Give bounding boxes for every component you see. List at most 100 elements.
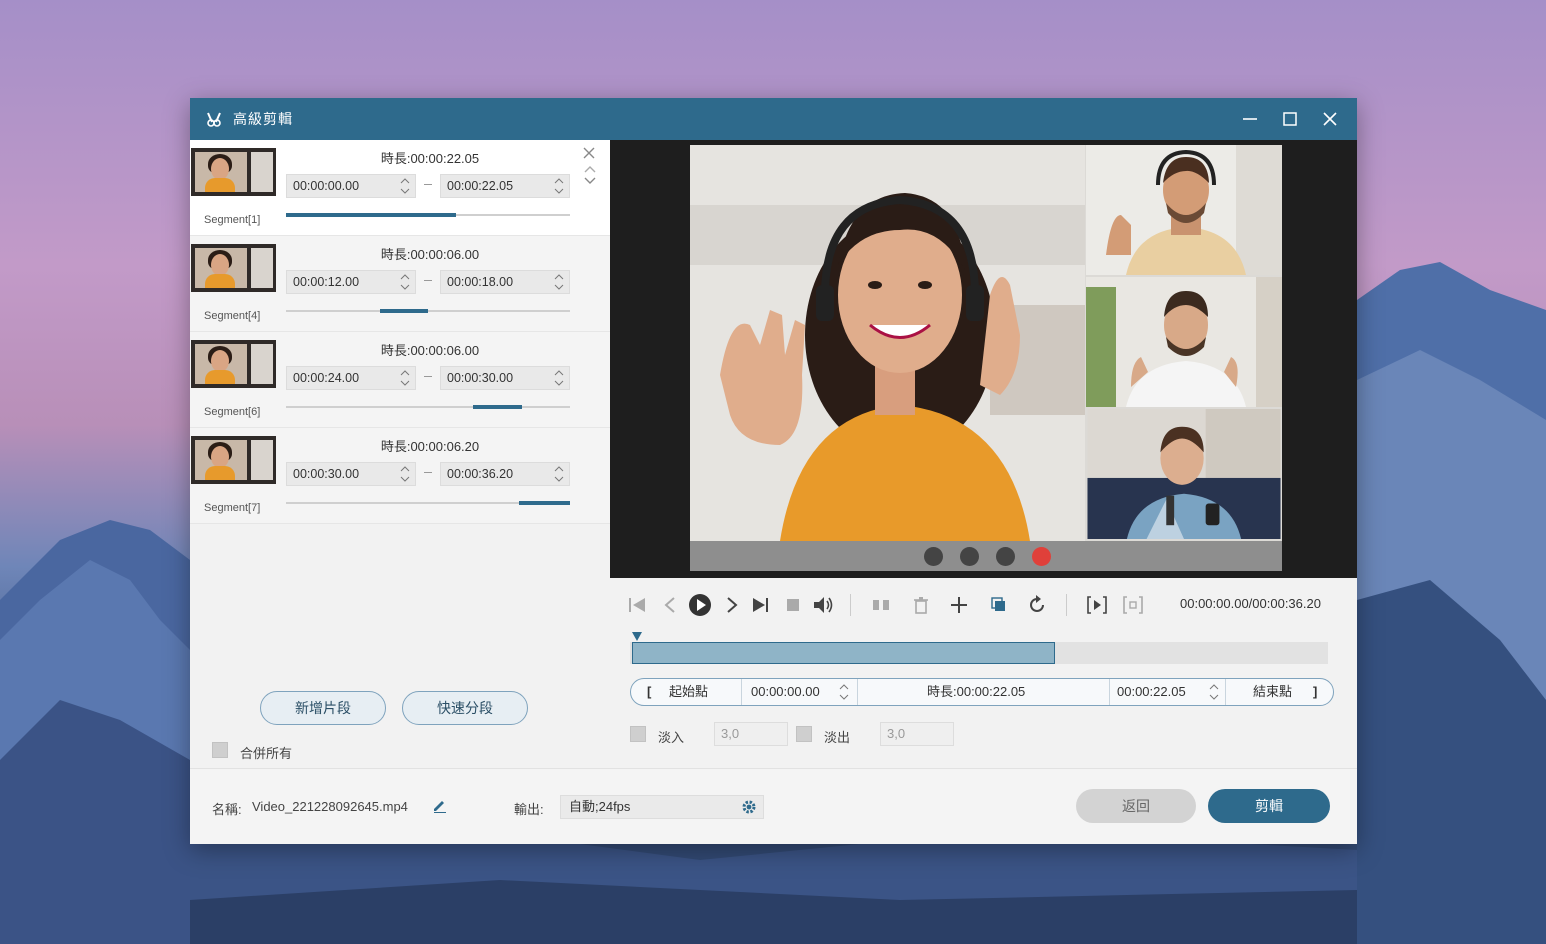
segment-thumbnail[interactable]	[191, 148, 276, 196]
end-stepper-icon[interactable]	[553, 368, 565, 388]
segment-start-value: 00:00:12.00	[293, 275, 360, 289]
time-readout: 00:00:00.00/00:00:36.20	[1180, 596, 1321, 611]
segment-item[interactable]: Segment[4] 時長:00:00:06.00 00:00:12.00 00…	[190, 236, 610, 332]
segment-end-time[interactable]: 00:00:18.00	[440, 270, 570, 294]
video-preview[interactable]	[610, 140, 1357, 578]
output-format-value: 自動;24fps	[569, 799, 631, 814]
bottom-bar: 名稱: Video_221228092645.mp4 輸出: 自動;24fps …	[190, 768, 1357, 844]
fade-in-input[interactable]: 3,0	[714, 722, 788, 746]
output-format-field[interactable]: 自動;24fps	[560, 795, 764, 819]
go-to-start-icon[interactable]	[626, 594, 648, 616]
start-point-button[interactable]: 起始點	[669, 679, 708, 705]
segment-position-fill	[379, 309, 428, 313]
copy-icon[interactable]	[988, 594, 1010, 616]
segment-thumbnail[interactable]	[191, 436, 276, 484]
add-icon[interactable]	[948, 594, 970, 616]
end-stepper-icon[interactable]	[553, 464, 565, 484]
stop-icon[interactable]	[782, 594, 804, 616]
segment-end-time[interactable]: 00:00:22.05	[440, 174, 570, 198]
fade-in-checkbox[interactable]	[630, 726, 646, 742]
segment-duration: 時長:00:00:06.00	[380, 343, 480, 358]
end-stepper-icon[interactable]	[553, 176, 565, 196]
start-bracket: [	[647, 684, 652, 699]
output-filename: Video_221228092645.mp4	[252, 799, 408, 814]
merge-all-checkbox[interactable]	[212, 742, 228, 758]
title-bar: 高級剪輯	[190, 98, 1357, 140]
segment-start-time[interactable]: 00:00:24.00	[286, 366, 416, 390]
fade-out-checkbox[interactable]	[796, 726, 812, 742]
segment-item[interactable]: Segment[6] 時長:00:00:06.00 00:00:24.00 00…	[190, 332, 610, 428]
next-frame-icon[interactable]	[722, 594, 744, 616]
start-stepper-icon[interactable]	[399, 464, 411, 484]
end-stepper-icon[interactable]	[553, 272, 565, 292]
segment-end-time[interactable]: 00:00:36.20	[440, 462, 570, 486]
segment-end-value: 00:00:30.00	[447, 371, 514, 385]
call-control-bar	[690, 541, 1282, 571]
segment-item[interactable]: Segment[1] 時長:00:00:22.05 00:00:00.00 00…	[190, 140, 610, 236]
end-time-field[interactable]: 00:00:22.05	[1117, 679, 1186, 705]
cut-button[interactable]: 剪輯	[1208, 789, 1330, 823]
segment-duration: 時長:00:00:06.20	[380, 439, 480, 454]
segment-name: Segment[7]	[204, 502, 261, 514]
end-point-button[interactable]: 結束點	[1253, 679, 1292, 705]
start-stepper-icon[interactable]	[399, 176, 411, 196]
edit-pencil-icon[interactable]	[432, 797, 448, 813]
segment-start-value: 00:00:00.00	[293, 179, 360, 193]
fade-out-input[interactable]: 3,0	[880, 722, 954, 746]
timeline-selection[interactable]	[632, 642, 1056, 664]
range-bar: [ 起始點 00:00:00.00 時長:00:00:22.05 00:00:2…	[630, 678, 1334, 706]
volume-icon[interactable]	[812, 594, 834, 616]
remove-segment-icon[interactable]	[582, 146, 596, 160]
play-icon[interactable]	[688, 593, 712, 617]
set-mark-in-icon[interactable]	[1086, 594, 1108, 616]
move-up-icon[interactable]	[584, 164, 596, 174]
close-icon[interactable]	[1321, 110, 1339, 128]
quick-split-button[interactable]: 快速分段	[402, 691, 528, 725]
range-duration: 時長:00:00:22.05	[927, 684, 1026, 699]
segment-duration: 時長:00:00:22.05	[380, 151, 480, 166]
segment-thumbnail[interactable]	[191, 244, 276, 292]
segment-start-time[interactable]: 00:00:00.00	[286, 174, 416, 198]
segment-start-time[interactable]: 00:00:12.00	[286, 270, 416, 294]
segment-start-time[interactable]: 00:00:30.00	[286, 462, 416, 486]
start-stepper-icon[interactable]	[399, 272, 411, 292]
participant-video-2	[1086, 277, 1282, 407]
segment-start-value: 00:00:24.00	[293, 371, 360, 385]
timeline-track[interactable]	[630, 642, 1328, 664]
maximize-icon[interactable]	[1281, 110, 1299, 128]
app-logo-icon	[207, 112, 221, 127]
segment-thumbnail[interactable]	[191, 340, 276, 388]
segment-position-track	[286, 213, 570, 217]
segment-name: Segment[1]	[204, 214, 261, 226]
back-button[interactable]: 返回	[1076, 789, 1196, 823]
end-stepper-icon[interactable]	[1209, 682, 1219, 702]
segment-end-time[interactable]: 00:00:30.00	[440, 366, 570, 390]
segment-start-value: 00:00:30.00	[293, 467, 360, 481]
segment-position-fill	[473, 405, 522, 409]
delete-icon[interactable]	[910, 594, 932, 616]
toolbar-divider	[1066, 594, 1067, 616]
start-time-field[interactable]: 00:00:00.00	[751, 679, 820, 705]
minimize-icon[interactable]	[1241, 110, 1259, 128]
playhead-marker[interactable]	[632, 632, 642, 642]
previous-frame-icon[interactable]	[658, 594, 680, 616]
split-icon[interactable]	[870, 594, 892, 616]
segment-position-fill	[286, 213, 457, 217]
move-down-icon[interactable]	[584, 176, 596, 186]
segment-position-fill	[518, 501, 570, 505]
camera-icon	[924, 547, 943, 566]
participant-video-1	[1086, 145, 1282, 275]
reset-icon[interactable]	[1026, 594, 1048, 616]
video-frame	[690, 145, 1282, 571]
microphone-icon	[960, 547, 979, 566]
settings-gear-icon[interactable]	[741, 799, 757, 815]
add-segment-button[interactable]: 新增片段	[260, 691, 386, 725]
segment-item[interactable]: Segment[7] 時長:00:00:06.20 00:00:30.00 00…	[190, 428, 610, 524]
start-stepper-icon[interactable]	[399, 368, 411, 388]
main-speaker-video	[690, 145, 1085, 541]
hang-up-icon	[1032, 547, 1051, 566]
set-mark-out-icon[interactable]	[1122, 594, 1144, 616]
name-label: 名稱:	[212, 802, 242, 817]
go-to-end-icon[interactable]	[750, 594, 772, 616]
start-stepper-icon[interactable]	[839, 682, 849, 702]
